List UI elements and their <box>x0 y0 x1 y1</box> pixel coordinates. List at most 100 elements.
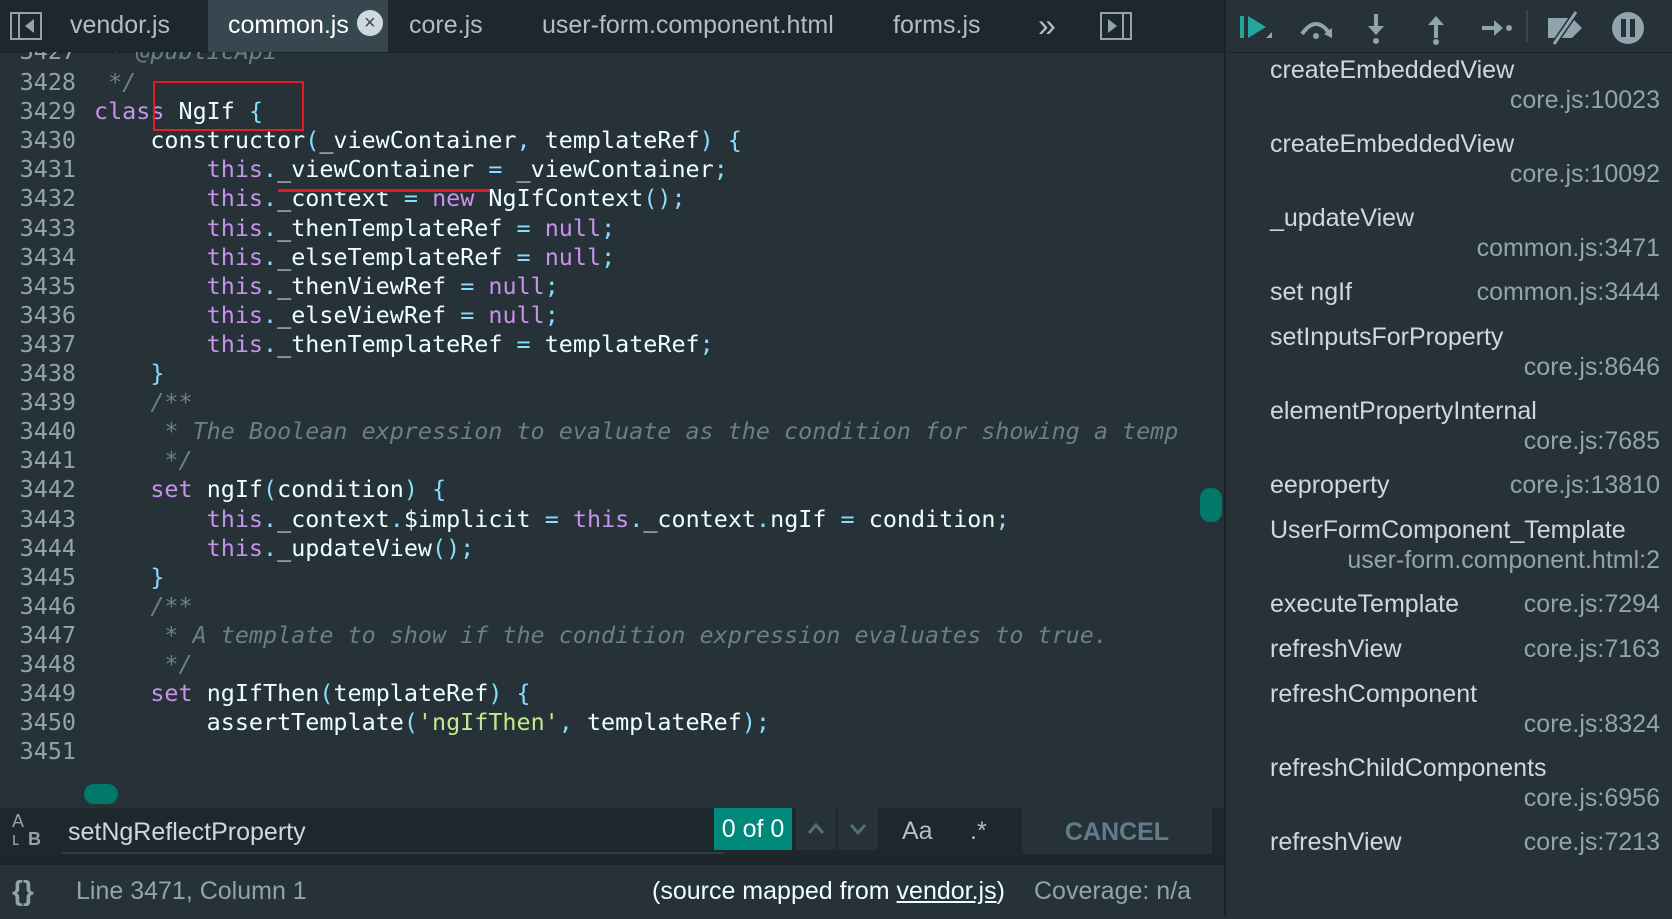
code-line: 3447 * A template to show if the conditi… <box>0 620 1210 651</box>
call-stack-frame[interactable]: _updateView common.js:3471 <box>1270 204 1660 278</box>
frame-location: core.js:7213 <box>1523 828 1660 856</box>
call-stack-frame[interactable]: elementPropertyInternal core.js:7685 <box>1270 397 1660 471</box>
line-number[interactable]: 3437 <box>0 329 76 360</box>
line-number[interactable]: 3439 <box>0 387 76 418</box>
step-icon[interactable] <box>1476 8 1516 55</box>
call-stack-frame[interactable]: refreshComponent core.js:8324 <box>1270 680 1660 754</box>
code-text: /** <box>150 591 193 620</box>
pause-on-exceptions-icon[interactable] <box>1608 8 1648 55</box>
toggle-debugger-icon[interactable] <box>1100 12 1132 40</box>
frame-function-name: eeproperty <box>1270 471 1390 499</box>
step-out-icon[interactable] <box>1416 8 1456 55</box>
line-number[interactable]: 3447 <box>0 620 76 651</box>
toggle-navigator-icon[interactable] <box>10 12 42 40</box>
code-line: 3444 this._updateView(); <box>0 533 1210 564</box>
line-number[interactable]: 3436 <box>0 300 76 331</box>
whole-word-icon[interactable]: A ʟ B <box>10 812 46 852</box>
tab-label: vendor.js <box>70 11 171 39</box>
line-number[interactable]: 3438 <box>0 358 76 389</box>
close-icon[interactable]: × <box>356 10 383 37</box>
annotation-underline <box>278 189 490 192</box>
call-stack-frame[interactable]: refreshView core.js:7163 <box>1270 635 1660 680</box>
toolbar-divider <box>1526 10 1528 42</box>
code-text: /** <box>150 388 193 417</box>
tab-forms-js[interactable]: forms.js <box>893 0 1003 52</box>
tab-common-js[interactable]: common.js × <box>208 0 388 52</box>
source-mapped-prefix: (source mapped from <box>652 877 897 905</box>
line-number[interactable]: 3443 <box>0 504 76 535</box>
tab-core-js[interactable]: core.js <box>409 0 519 52</box>
cursor-position: Line 3471, Column 1 <box>76 877 307 905</box>
tab-label: user-form.component.html <box>542 11 834 39</box>
frame-location: core.js:7294 <box>1523 590 1660 618</box>
step-into-icon[interactable] <box>1356 8 1396 55</box>
call-stack-frame[interactable]: executeTemplate core.js:7294 <box>1270 590 1660 635</box>
resume-icon[interactable] <box>1236 8 1276 55</box>
line-number[interactable]: 3449 <box>0 678 76 709</box>
pretty-print-icon[interactable]: {} <box>12 875 34 907</box>
line-number[interactable]: 3434 <box>0 242 76 273</box>
line-number[interactable]: 3448 <box>0 649 76 680</box>
code-line: 3440 * The Boolean expression to evaluat… <box>0 416 1210 447</box>
step-over-icon[interactable] <box>1296 8 1336 55</box>
regex-toggle[interactable]: .* <box>970 808 987 854</box>
call-stack-frame[interactable]: createEmbeddedView core.js:10092 <box>1270 130 1660 204</box>
match-case-toggle[interactable]: Aa <box>902 808 933 854</box>
call-stack-frame[interactable]: createEmbeddedView core.js:10023 <box>1270 56 1660 130</box>
code-line: 3435 this._thenViewRef = null; <box>0 271 1210 302</box>
code-line: 3445 } <box>0 562 1210 593</box>
code-editor-panel: vendor.js common.js × core.js user-form.c… <box>0 0 1224 919</box>
cancel-search-button[interactable]: CANCEL <box>1022 808 1212 854</box>
line-number[interactable]: 3446 <box>0 591 76 622</box>
line-number[interactable]: 3440 <box>0 416 76 447</box>
line-number[interactable]: 3442 <box>0 474 76 505</box>
code-line: 3431 this._viewContainer = _viewContaine… <box>0 154 1210 185</box>
annotation-box <box>153 81 304 131</box>
coverage-status: Coverage: n/a <box>1034 877 1192 905</box>
line-number[interactable]: 3451 <box>0 736 76 767</box>
call-stack-frame[interactable]: UserFormComponent_Template user-form.comp… <box>1270 516 1660 590</box>
more-tabs-icon[interactable]: » <box>1038 0 1064 52</box>
debugger-sidebar: createEmbeddedView core.js:10023 createEmb… <box>1224 0 1672 917</box>
frame-location: user-form.component.html:2 <box>1347 546 1660 574</box>
tab-user-form-component-html[interactable]: user-form.component.html <box>542 0 872 52</box>
line-number[interactable]: 3431 <box>0 154 76 185</box>
code-text: * The Boolean expression to evaluate as … <box>94 417 1179 446</box>
code-view[interactable]: 3427 * @publicApi 3428 */3429class NgIf … <box>0 52 1210 808</box>
line-number[interactable]: 3435 <box>0 271 76 302</box>
previous-match-button[interactable] <box>796 808 836 850</box>
code-line: 3438 } <box>0 358 1210 389</box>
call-stack-frame[interactable]: refreshChildComponents core.js:6956 <box>1270 754 1660 828</box>
frame-function-name: UserFormComponent_Template <box>1270 516 1626 544</box>
deactivate-breakpoints-icon[interactable] <box>1544 8 1588 55</box>
frame-location: core.js:10023 <box>1509 86 1660 114</box>
call-stack-frame[interactable]: eeproperty core.js:13810 <box>1270 471 1660 516</box>
horizontal-scrollbar-thumb[interactable] <box>84 784 118 804</box>
call-stack-frame[interactable]: setInputsForProperty core.js:8646 <box>1270 323 1660 397</box>
line-number[interactable]: 3428 <box>0 67 76 98</box>
code-text: this._thenViewRef = null; <box>206 271 559 300</box>
line-number[interactable]: 3430 <box>0 125 76 156</box>
frame-location: core.js:10092 <box>1509 160 1660 188</box>
frame-location: core.js:7685 <box>1523 427 1660 455</box>
code-line: 3437 this._thenTemplateRef = templateRef… <box>0 329 1210 360</box>
tab-vendor-js[interactable]: vendor.js <box>70 0 200 52</box>
line-number[interactable]: 3432 <box>0 183 76 214</box>
call-stack-frame[interactable]: set ngIf common.js:3444 <box>1270 278 1660 323</box>
call-stack-frame[interactable]: refreshView core.js:7213 <box>1270 828 1660 873</box>
code-text: */ <box>94 68 137 96</box>
source-mapped-note: (source mapped from vendor.js) <box>652 877 1005 906</box>
line-number[interactable]: 3433 <box>0 213 76 244</box>
line-number[interactable]: 3444 <box>0 533 76 564</box>
code-line: 3441 */ <box>0 445 1210 476</box>
line-number[interactable]: 3429 <box>0 96 76 127</box>
code-line: 3442 set ngIf(condition) { <box>0 474 1210 505</box>
next-match-button[interactable] <box>838 808 878 850</box>
source-mapped-link[interactable]: vendor.js <box>897 877 997 905</box>
search-input[interactable] <box>62 812 724 854</box>
line-number[interactable]: 3441 <box>0 445 76 476</box>
vertical-scrollbar-thumb[interactable] <box>1200 488 1222 522</box>
code-text: this._thenTemplateRef = null; <box>206 213 616 242</box>
line-number[interactable]: 3450 <box>0 707 76 738</box>
line-number[interactable]: 3445 <box>0 562 76 593</box>
